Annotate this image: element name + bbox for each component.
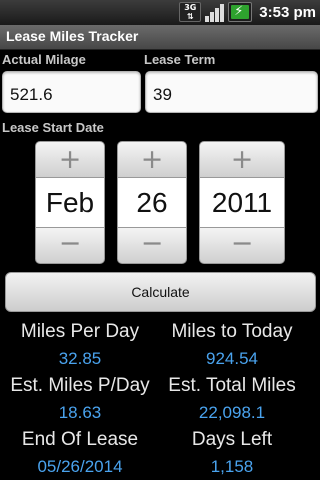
miles-to-today-label: Miles to Today	[171, 321, 293, 342]
month-decrement-button[interactable]: −	[35, 227, 105, 264]
end-of-lease-label: End Of Lease	[21, 429, 139, 450]
est-total-miles-value: 22,098.1	[198, 403, 266, 422]
network-type: 3G	[184, 3, 197, 12]
minus-icon: −	[140, 228, 164, 259]
est-total-miles-label: Est. Total Miles	[168, 375, 296, 396]
day-value[interactable]: 26	[117, 178, 187, 227]
signal-icon	[205, 2, 225, 22]
miles-per-day-value: 32.85	[58, 349, 102, 368]
actual-mileage-label: Actual Milage	[2, 52, 86, 67]
lease-term-input[interactable]: 39	[145, 71, 318, 113]
lease-start-date-label: Lease Start Date	[2, 120, 104, 135]
calculate-button[interactable]: Calculate	[5, 272, 316, 312]
status-bar: 3G ⇅ ⚡ 3:53 pm	[0, 0, 320, 25]
year-value[interactable]: 2011	[199, 178, 285, 227]
month-increment-button[interactable]: +	[35, 141, 105, 178]
days-left-value: 1,158	[210, 457, 254, 476]
month-value[interactable]: Feb	[35, 178, 105, 227]
battery-charging-icon: ⚡	[228, 2, 253, 22]
year-decrement-button[interactable]: −	[199, 227, 285, 264]
year-picker: + 2011 −	[199, 141, 285, 264]
actual-mileage-input[interactable]: 521.6	[2, 71, 141, 113]
year-increment-button[interactable]: +	[199, 141, 285, 178]
miles-per-day-label: Miles Per Day	[20, 321, 140, 342]
month-picker: + Feb −	[35, 141, 105, 264]
day-picker: + 26 −	[117, 141, 187, 264]
day-increment-button[interactable]: +	[117, 141, 187, 178]
est-miles-per-day-value: 18.63	[58, 403, 102, 422]
miles-to-today-value: 924.54	[206, 349, 258, 368]
day-decrement-button[interactable]: −	[117, 227, 187, 264]
plus-icon: +	[230, 144, 254, 175]
plus-icon: +	[58, 144, 82, 175]
minus-icon: −	[58, 228, 82, 259]
plus-icon: +	[140, 144, 164, 175]
app-title: Lease Miles Tracker	[6, 28, 139, 44]
status-time: 3:53 pm	[259, 3, 316, 21]
status-icons: 3G ⇅ ⚡ 3:53 pm	[179, 2, 316, 22]
minus-icon: −	[230, 228, 254, 259]
lease-term-label: Lease Term	[144, 52, 216, 67]
days-left-label: Days Left	[191, 429, 273, 450]
est-miles-per-day-label: Est. Miles P/Day	[10, 375, 150, 396]
3g-icon: 3G ⇅	[179, 2, 202, 22]
end-of-lease-value: 05/26/2014	[37, 457, 123, 476]
title-bar: Lease Miles Tracker	[0, 25, 320, 50]
